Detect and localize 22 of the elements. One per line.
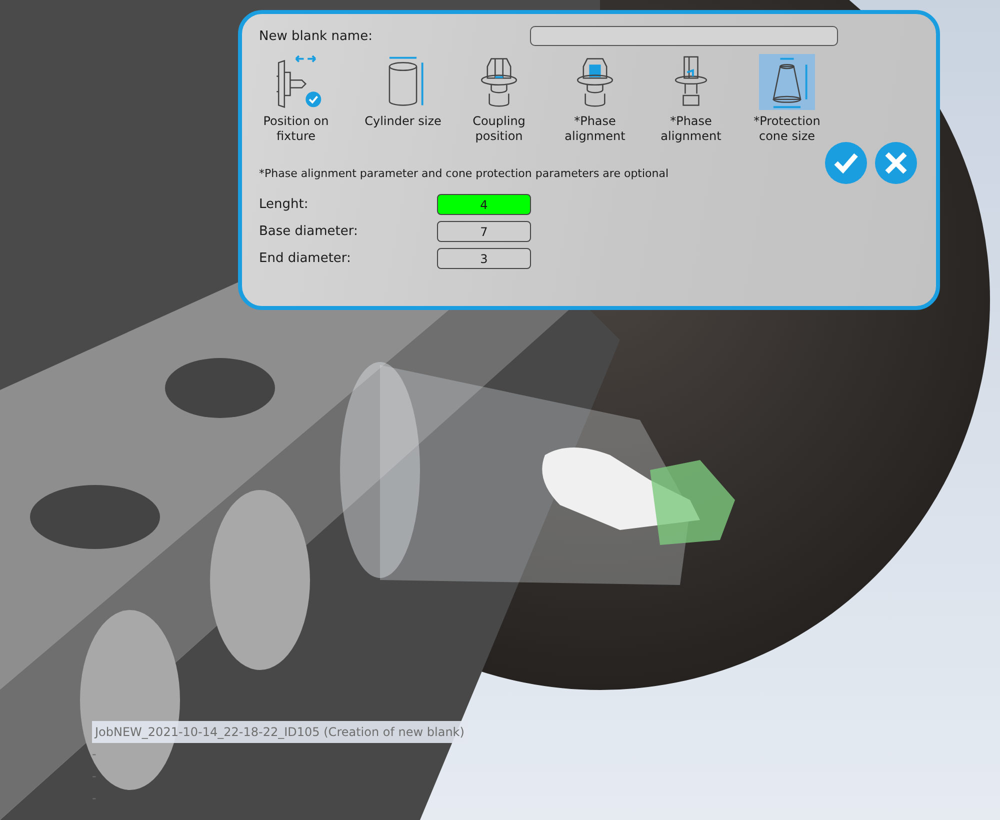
- parameter-label: End diameter:: [259, 251, 352, 266]
- parameter-field[interactable]: 7: [437, 221, 531, 242]
- footnote-text: *Phase alignment parameter and cone protection parameters are optional: [259, 166, 669, 180]
- name-field[interactable]: [530, 26, 838, 46]
- dash-text: -: [92, 768, 96, 785]
- step-label: *Phase alignment: [660, 114, 722, 144]
- cancel-button[interactable]: [875, 142, 917, 184]
- parameter-field[interactable]: 3: [437, 248, 531, 269]
- close-icon: [883, 150, 909, 176]
- parameter-field[interactable]: 4: [437, 194, 531, 215]
- step-label: *Protection cone size: [752, 114, 822, 144]
- step-label: Coupling position: [472, 114, 526, 144]
- parameter-label: Lenght:: [259, 197, 310, 212]
- dash-text: -: [92, 746, 96, 763]
- step-label: Position on fixture: [262, 114, 330, 144]
- step-label: Cylinder size: [364, 114, 442, 129]
- step-label: *Phase alignment: [564, 114, 626, 144]
- parameter-label: Base diameter:: [259, 224, 359, 239]
- dash-text: -: [92, 790, 96, 807]
- name-label: New blank name:: [259, 28, 372, 44]
- confirm-button[interactable]: [825, 142, 867, 184]
- cone-step-icon[interactable]: [759, 54, 815, 110]
